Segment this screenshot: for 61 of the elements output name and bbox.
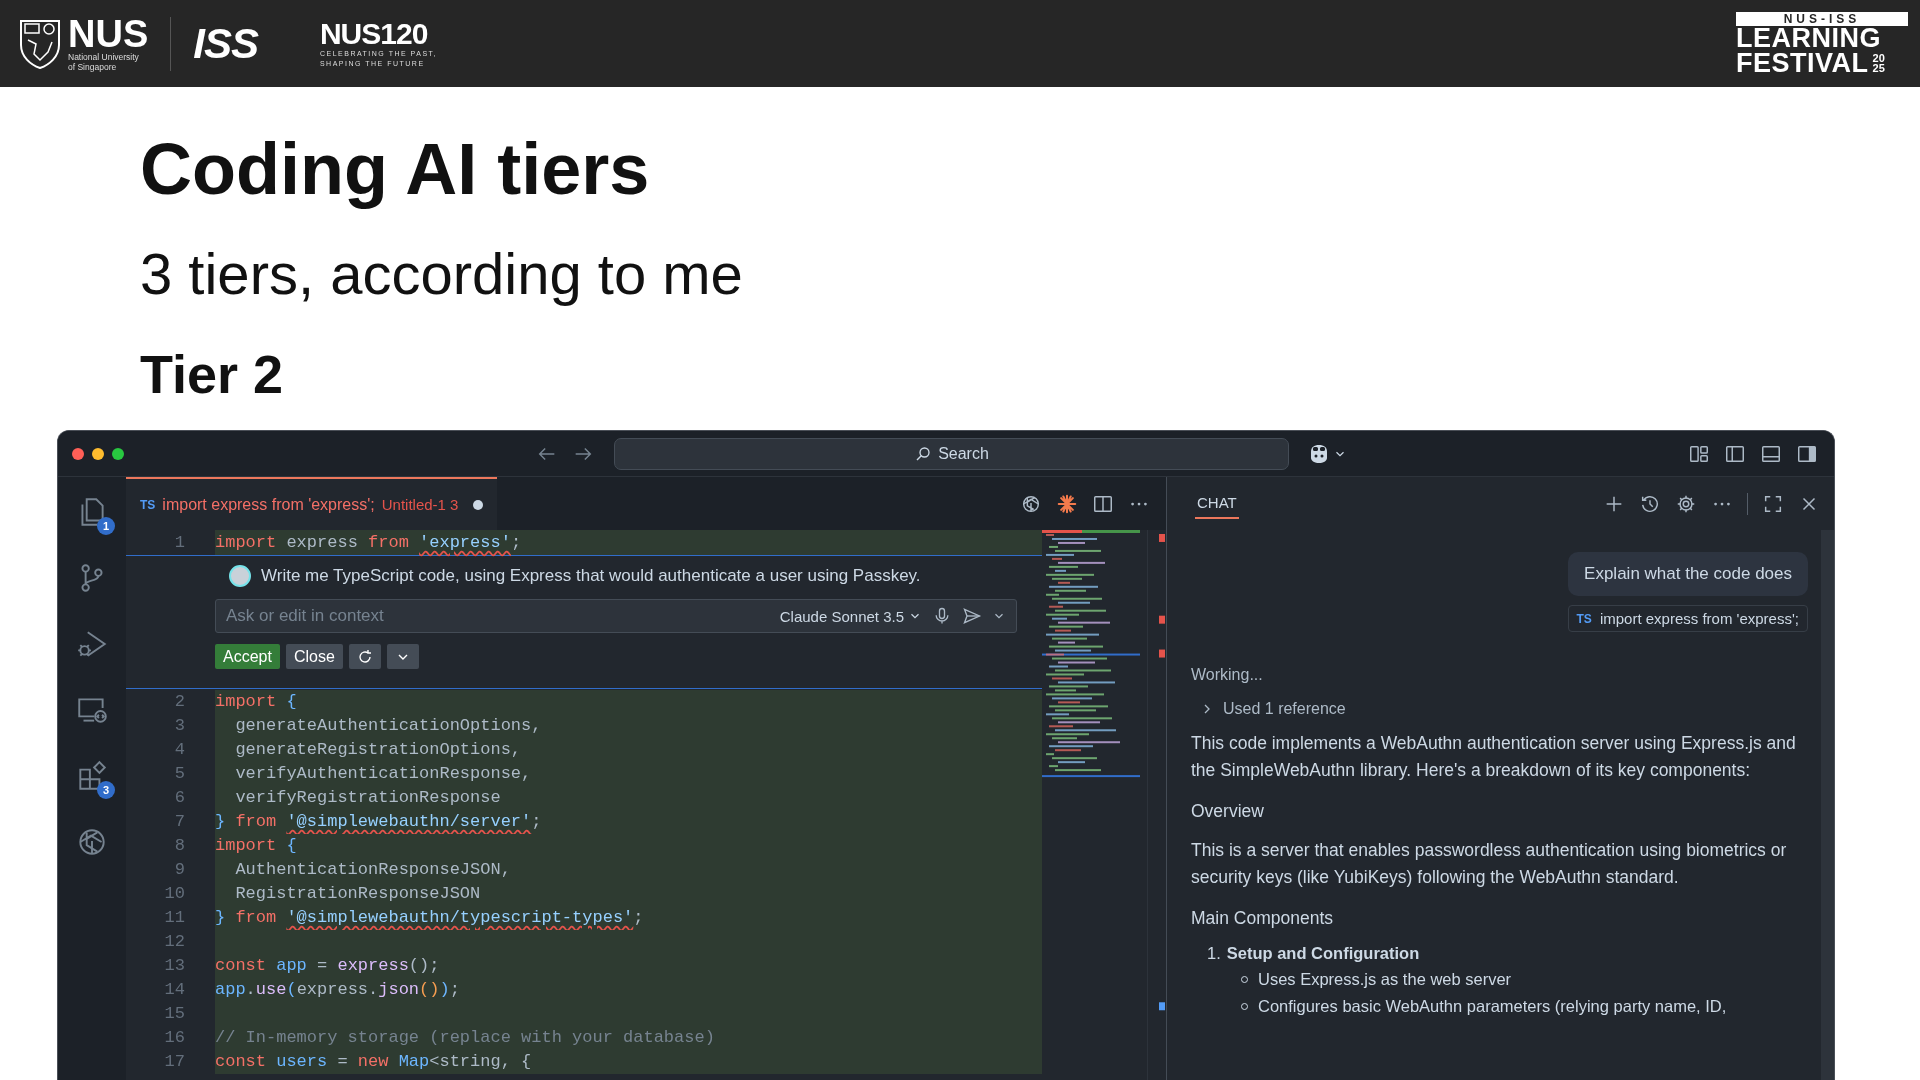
section-heading: Tier 2 — [140, 347, 285, 401]
line-number: 8 — [173, 835, 186, 857]
bullet-text: Configures basic WebAuthn parameters (relying party name, ID, — [1258, 996, 1727, 1017]
line-number: 15 — [163, 1003, 186, 1025]
accept-button[interactable]: Accept — [215, 644, 280, 669]
line-number: 11 — [163, 907, 186, 929]
chat-tab[interactable]: CHAT — [1195, 488, 1239, 519]
reference-chip[interactable]: TS import express from 'express'; — [1567, 605, 1808, 632]
response-paragraph: This is a server that enables passwordless authentication using biometrics or security keys (like YubiKeys) following the WebAuthn standard. — [1191, 839, 1788, 889]
status-text: Working... — [1191, 666, 1264, 684]
response-paragraph: This code implements a WebAuthn authentication server using Express.js and the SimpleWebAuthn library. Here's a breakdown of its key components: — [1191, 732, 1797, 782]
logo-name: FESTIVAL — [1736, 50, 1869, 76]
response-heading: Overview — [1191, 800, 1265, 823]
model-picker[interactable]: Claude Sonnet 3.5 — [779, 607, 922, 625]
line-number: 6 — [173, 787, 186, 809]
line-number: 3 — [173, 715, 186, 737]
logo-label: NUS-ISS — [1736, 11, 1908, 26]
avatar-icon — [229, 565, 251, 587]
close-button[interactable] — [72, 447, 84, 460]
logo-subtitle: National University of Singapore — [68, 52, 140, 73]
line-number: 1 — [173, 532, 186, 554]
list-number: 1. — [1207, 944, 1221, 963]
minimize-button[interactable] — [92, 447, 104, 460]
logo-name: ISS — [193, 19, 258, 68]
editor-tab[interactable]: TS import express from 'express'; Untitled-1 3 — [126, 477, 498, 530]
line-number: 13 — [163, 955, 186, 977]
line-number: 7 — [173, 811, 186, 833]
maximize-button[interactable] — [112, 447, 124, 460]
list-item-title: Setup and Configuration — [1226, 944, 1420, 963]
line-number: 9 — [173, 859, 186, 881]
user-message: Explain what the code does — [1568, 552, 1808, 596]
response-heading: Main Components — [1191, 907, 1335, 930]
line-number: 4 — [173, 739, 186, 761]
line-number: 10 — [163, 883, 186, 905]
refresh-icon — [356, 648, 373, 665]
prompt-text: Write me TypeScript code, using Express that would authenticate a user using Passkey. — [261, 566, 921, 586]
line-number: 5 — [173, 763, 186, 785]
close-button[interactable]: Close — [285, 644, 343, 669]
search-icon — [914, 444, 933, 463]
logo-name: NUS — [68, 14, 149, 53]
references-toggle[interactable]: Used 1 reference — [1201, 700, 1346, 718]
logo-year: 25 — [1872, 63, 1885, 73]
send-icon[interactable] — [962, 606, 982, 626]
scrollbar[interactable] — [1821, 530, 1834, 1080]
regenerate-button[interactable] — [348, 644, 381, 669]
dropdown-button[interactable] — [386, 644, 419, 669]
count-badge: 3 — [97, 781, 115, 799]
line-number: 12 — [163, 931, 186, 953]
ask-field[interactable]: Ask or edit in context Claude Sonnet 3.5 — [215, 599, 1017, 633]
count-badge: 1 — [97, 517, 115, 535]
line-number: 16 — [163, 1027, 186, 1049]
search-field[interactable]: Search — [614, 437, 1289, 470]
line-number: 2 — [173, 691, 186, 713]
logo-name: LEARNING — [1736, 25, 1882, 51]
starburst-icon[interactable] — [1056, 492, 1078, 515]
line-number: 14 — [163, 979, 186, 1001]
crest-icon — [18, 17, 62, 70]
logo-name: NUS120 — [319, 19, 428, 50]
line-number: 17 — [163, 1051, 186, 1073]
logo-year: 20 — [1872, 53, 1885, 63]
bullet-text: Uses Express.js as the web server — [1258, 969, 1512, 990]
